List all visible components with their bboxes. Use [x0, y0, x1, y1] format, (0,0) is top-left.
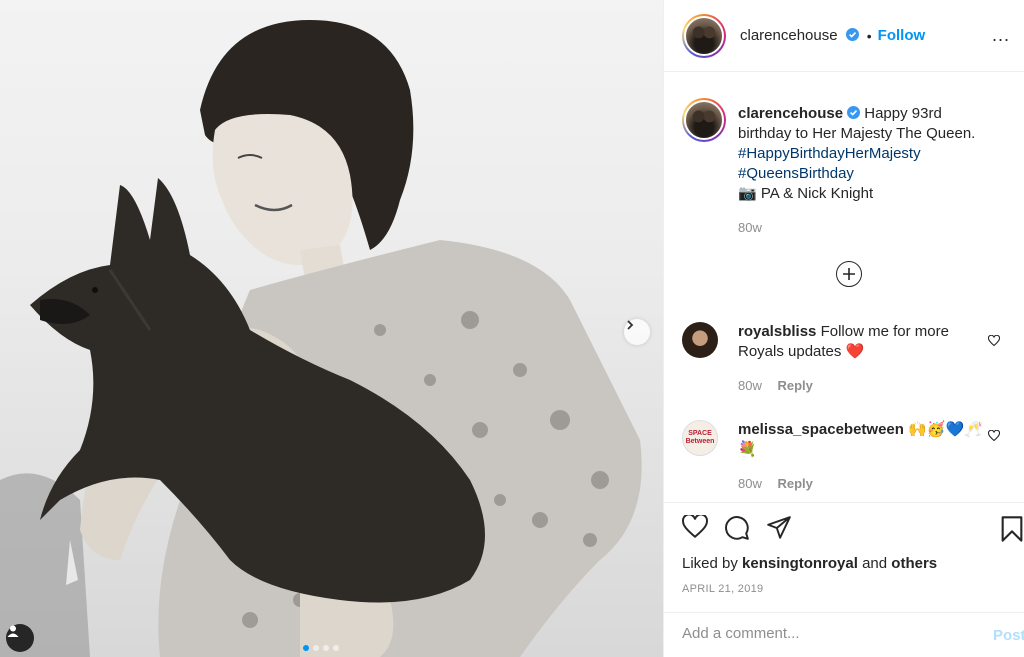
others-link[interactable]: others — [891, 555, 937, 572]
post-comment-button[interactable]: Post — [993, 627, 1024, 644]
comment-body: melissa_spacebetween 🙌🥳💙🥂💐 80w Reply — [738, 420, 998, 494]
caption-username[interactable]: clarencehouse — [738, 105, 843, 122]
hashtag-link[interactable]: #HappyBirthdayHerMajesty — [738, 145, 921, 162]
verified-badge-icon — [845, 28, 859, 41]
caption-body: clarencehouse Happy 93rd birthday to Her… — [738, 104, 998, 238]
like-comment-heart-icon[interactable] — [988, 430, 1000, 442]
tagged-users-button[interactable] — [6, 624, 34, 652]
bookmark-icon — [1001, 516, 1023, 542]
comment-meta: 80w Reply — [738, 376, 998, 396]
comment-emoji: ❤️ — [845, 343, 865, 360]
avatar-text: SPACE Between — [685, 430, 715, 445]
plus-icon — [843, 268, 855, 280]
header-username[interactable]: clarencehouse — [740, 27, 859, 44]
reply-button[interactable]: Reply — [777, 476, 812, 491]
comment-composer: Post — [664, 612, 1024, 657]
post-header: clarencehouse • Follow ... — [664, 0, 1024, 72]
comment-button[interactable] — [724, 515, 750, 546]
verified-badge-icon — [847, 106, 861, 119]
timestamp[interactable]: 80w — [738, 220, 762, 235]
comment-input[interactable] — [682, 625, 962, 642]
timestamp[interactable]: 80w — [738, 378, 762, 393]
hashtag-link[interactable]: #QueensBirthday — [738, 165, 854, 182]
post-date[interactable]: APRIL 21, 2019 — [682, 583, 763, 595]
user-icon — [7, 625, 19, 637]
comment-meta: 80w Reply — [738, 474, 998, 494]
carousel-dot — [323, 645, 329, 651]
carousel-indicator — [303, 645, 339, 651]
camera-icon: 📷 — [738, 185, 757, 202]
comment-username[interactable]: melissa_spacebetween — [738, 421, 904, 438]
timestamp[interactable]: 80w — [738, 476, 762, 491]
liked-by-prefix: Liked by — [682, 555, 738, 572]
like-comment-heart-icon[interactable] — [988, 335, 1000, 347]
comments-list: clarencehouse Happy 93rd birthday to Her… — [664, 72, 1024, 502]
carousel-dot — [313, 645, 319, 651]
story-ring[interactable] — [682, 13, 726, 58]
commenter-avatar[interactable]: SPACE Between — [682, 420, 718, 456]
liked-by-summary: Liked by kensingtonroyal and others — [682, 555, 937, 572]
username-text[interactable]: clarencehouse — [740, 27, 838, 44]
share-button[interactable] — [766, 515, 792, 546]
reply-button[interactable]: Reply — [777, 378, 812, 393]
action-icons — [682, 513, 792, 546]
chevron-right-icon — [627, 320, 634, 330]
photo-credit: PA & Nick Knight — [760, 185, 874, 202]
load-more-comments-button[interactable] — [836, 261, 862, 287]
carousel-dot — [303, 645, 309, 651]
heart-icon — [682, 513, 708, 539]
avatar — [684, 100, 724, 140]
commenter-avatar[interactable] — [682, 322, 718, 358]
like-button[interactable] — [682, 513, 708, 546]
next-photo-button[interactable] — [624, 319, 650, 345]
separator-dot: • — [866, 27, 872, 44]
caption-meta: 80w — [738, 218, 998, 238]
post-photo[interactable] — [0, 0, 663, 657]
comment-username[interactable]: royalsbliss — [738, 323, 816, 340]
comment-body: royalsbliss Follow me for more Royals up… — [738, 322, 998, 396]
post-details-panel: clarencehouse • Follow ... clarencehouse… — [663, 0, 1024, 657]
liked-by-user-link[interactable]: kensingtonroyal — [742, 555, 858, 572]
carousel-dot — [333, 645, 339, 651]
caption-avatar[interactable] — [682, 98, 726, 142]
post-actions: Liked by kensingtonroyal and others APRI… — [664, 502, 1024, 612]
and-label: and — [862, 555, 888, 572]
avatar — [684, 15, 724, 56]
more-options-icon[interactable]: ... — [992, 25, 1010, 46]
comment-icon — [725, 516, 749, 540]
photo-illustration — [0, 20, 642, 657]
follow-button[interactable]: Follow — [878, 27, 926, 44]
paper-plane-icon — [767, 516, 791, 539]
save-button[interactable] — [1000, 515, 1024, 548]
